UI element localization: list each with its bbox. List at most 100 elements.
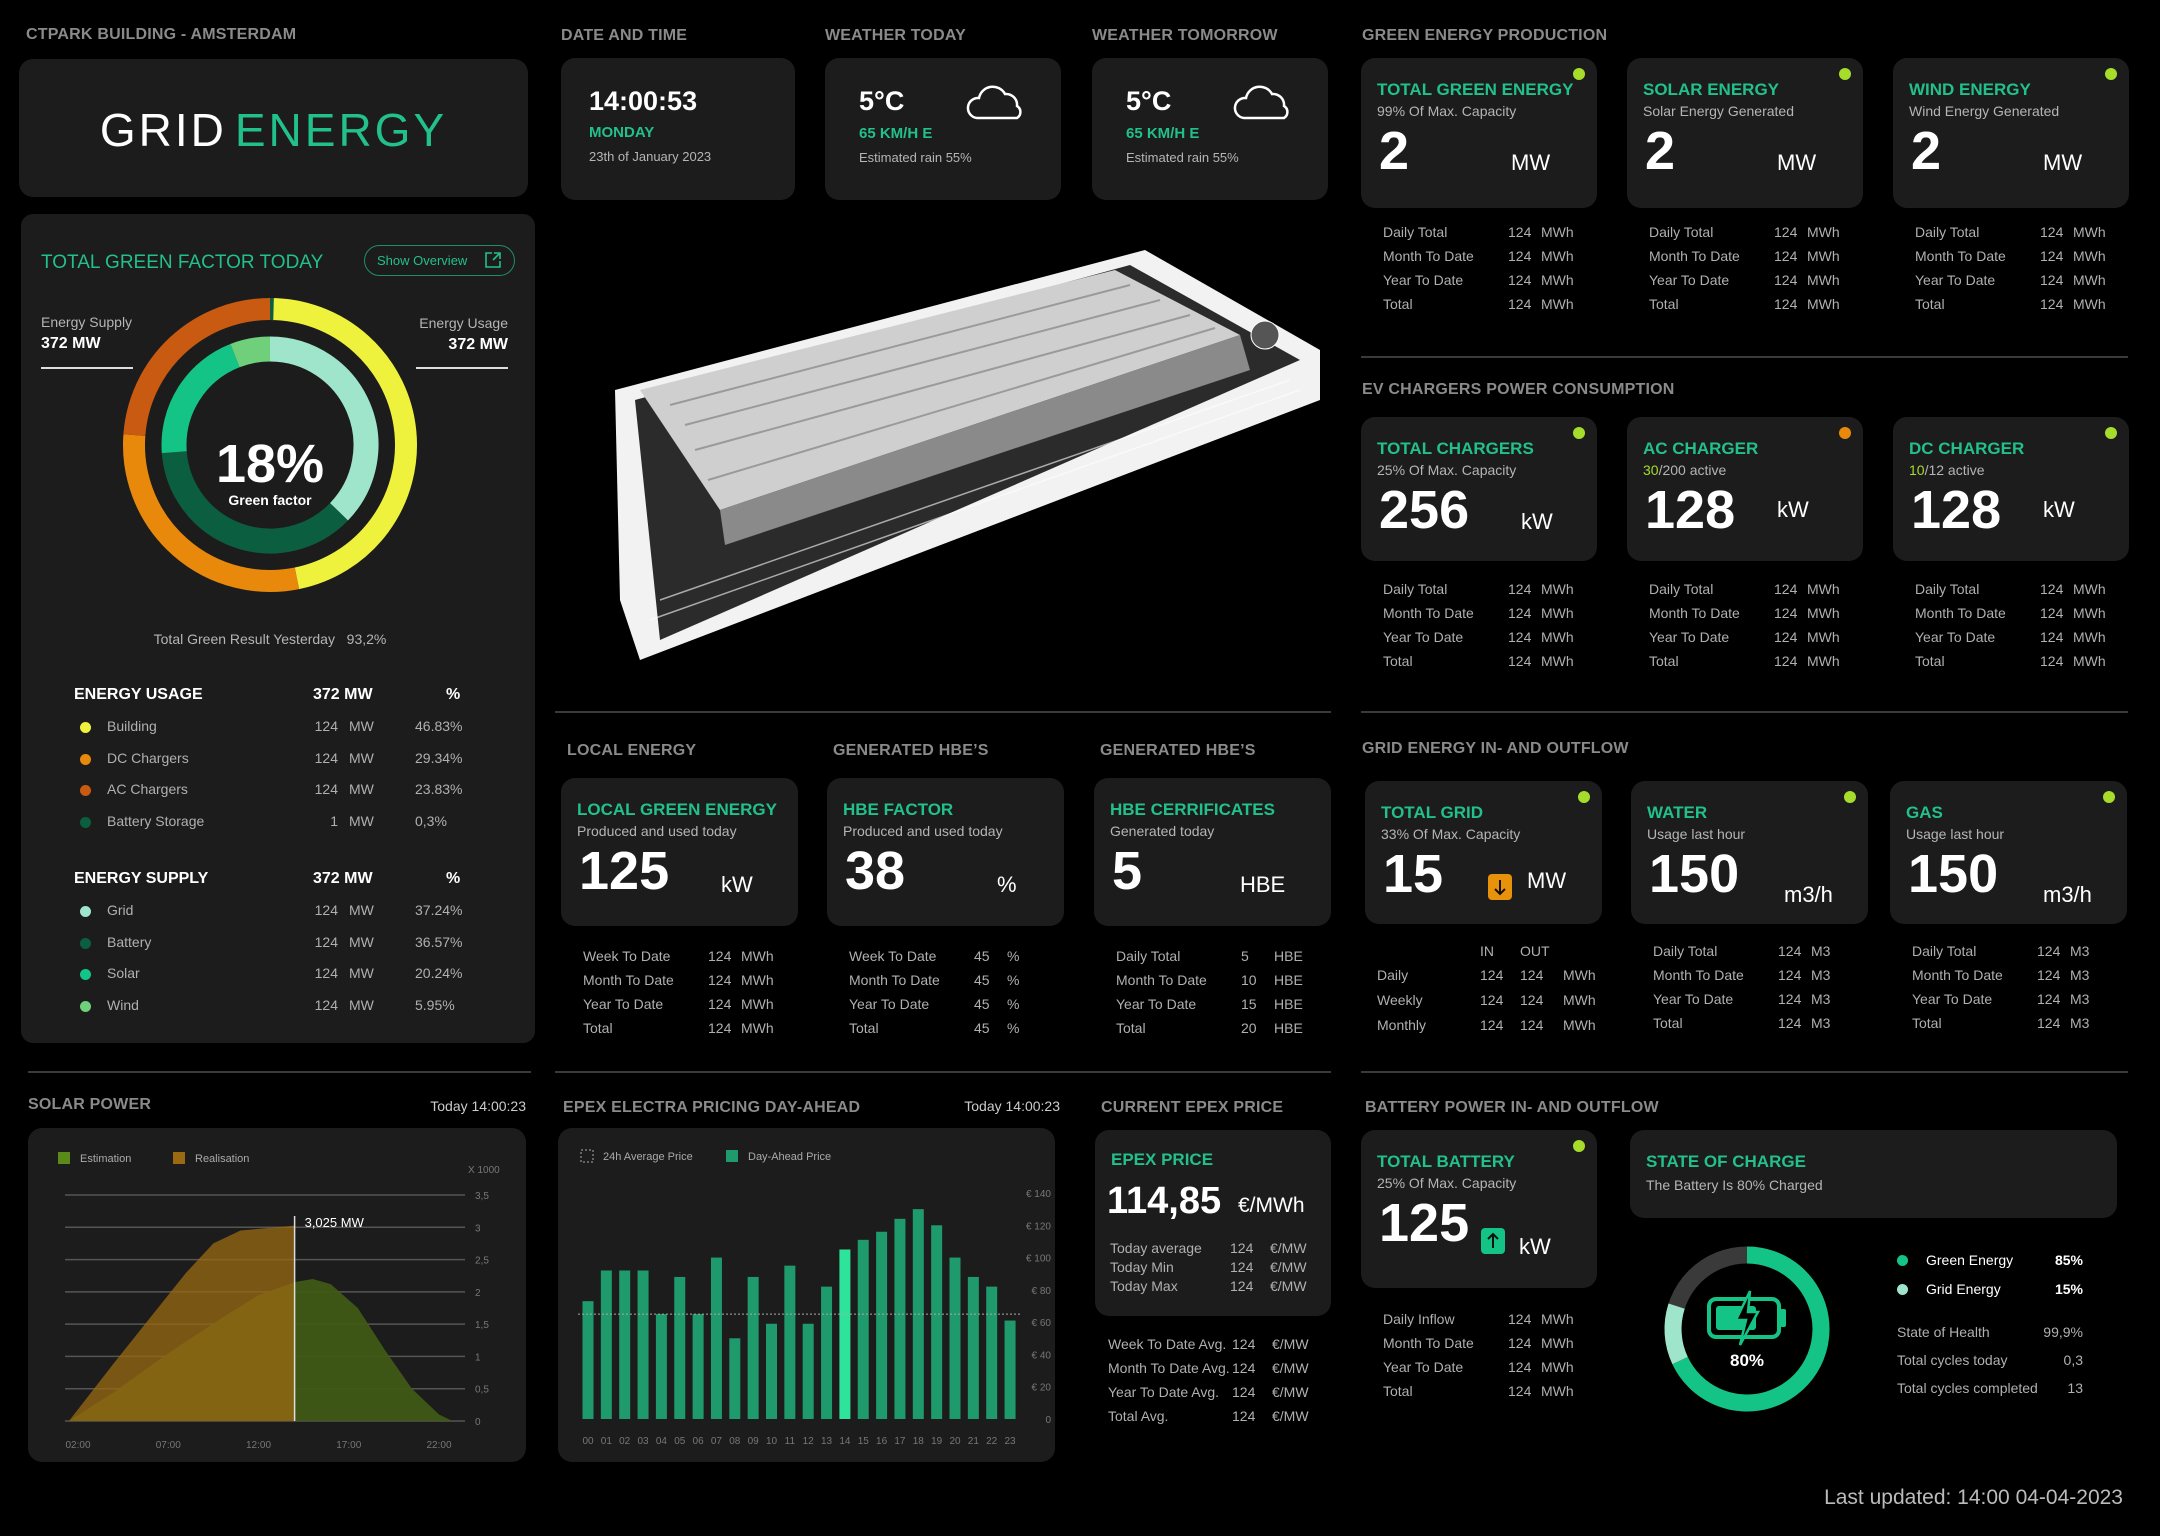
epex-price-card: EPEX PRICE 114,85 €/MWh Today average 124…	[1095, 1130, 1331, 1316]
bar-15[interactable]	[857, 1239, 869, 1419]
bar-20[interactable]	[949, 1257, 961, 1419]
stat-value: 124	[2037, 943, 2061, 959]
bar-03[interactable]	[637, 1270, 649, 1419]
total-green-energy-card: TOTAL GREEN ENERGY 99% Of Max. Capacity 2 M…	[1361, 58, 1597, 208]
stat-label: Year To Date	[1649, 272, 1730, 288]
stat-value: 124	[708, 1020, 732, 1036]
legend-unit: MW	[349, 812, 374, 829]
legend-unit: MW	[349, 781, 374, 797]
bar-10[interactable]	[766, 1323, 777, 1419]
legend-dot	[80, 1000, 91, 1012]
y-tick-label: € 40	[1032, 1350, 1052, 1361]
bar-22[interactable]	[986, 1286, 998, 1419]
bar-13[interactable]	[821, 1286, 833, 1419]
x-tick-label: 19	[931, 1436, 943, 1447]
section-title: GENERATED HBE’S	[833, 742, 989, 759]
bar-09[interactable]	[747, 1276, 759, 1419]
show-overview-button[interactable]: Show Overview	[364, 245, 515, 276]
card-unit: MW	[1511, 150, 1551, 175]
energy-supply-value: 372 MW	[41, 335, 101, 352]
stat-value: 124	[1778, 991, 1802, 1007]
status-indicator	[2105, 68, 2117, 80]
stat-unit: MWh	[1541, 605, 1574, 621]
stat-label: Year To Date	[583, 996, 664, 1012]
stat-label: Daily	[1377, 967, 1409, 983]
x-tick-label: 18	[913, 1436, 925, 1447]
stat-value: 124	[1778, 1015, 1802, 1031]
stat-unit: M3	[2070, 1015, 2090, 1031]
stat-unit: MWh	[1807, 224, 1840, 240]
bar-14[interactable]	[839, 1249, 851, 1420]
stat-label: Week To Date	[849, 948, 937, 964]
soc-legend-percent: 15%	[2054, 1281, 2083, 1297]
stat-value: 124	[1774, 629, 1798, 645]
bar-07[interactable]	[710, 1257, 722, 1419]
subtitle-text: Usage last hour	[1647, 826, 1746, 842]
percent-header: %	[446, 870, 461, 887]
stat-unit: MWh	[741, 1020, 774, 1036]
stat-value: 124	[2040, 248, 2064, 264]
legend-label: Estimation	[80, 1153, 131, 1165]
legend-row-ac-chargers: AC Chargers 124 MW 23.83%	[21, 781, 521, 801]
x-tick-label: 22:00	[426, 1440, 451, 1451]
stat-value: 124	[1774, 653, 1798, 669]
stat-label: Year To Date	[1653, 991, 1734, 1007]
legend-dot	[80, 785, 91, 796]
bar-21[interactable]	[967, 1276, 979, 1419]
section-weather-today: WEATHER TODAY	[825, 27, 966, 44]
bar-08[interactable]	[729, 1338, 741, 1419]
bar-19[interactable]	[931, 1225, 943, 1419]
stat-value: 124	[1774, 248, 1798, 264]
y-tick-label: 3,5	[475, 1191, 489, 1202]
legend-percent: 36.57%	[415, 933, 463, 950]
stat-label: Weekly	[1377, 992, 1423, 1008]
bar-05[interactable]	[674, 1276, 686, 1419]
legend-name: Grid	[107, 902, 134, 918]
bar-04[interactable]	[655, 1314, 667, 1419]
stat-value: 124	[1774, 296, 1798, 312]
x-tick-label: 16	[876, 1436, 888, 1447]
bar-01[interactable]	[600, 1270, 612, 1419]
bar-12[interactable]	[802, 1323, 814, 1419]
soc-title: STATE OF CHARGE	[1646, 1152, 1806, 1171]
stat-unit: MWh	[2073, 272, 2106, 288]
x-tick-label: 12	[803, 1436, 815, 1447]
stat-unit: M3	[1811, 943, 1831, 959]
stat-value: 124	[1774, 581, 1798, 597]
y-tick-label: € 140	[1026, 1189, 1051, 1200]
stat-unit: HBE	[1274, 1020, 1303, 1036]
bar-23[interactable]	[1004, 1320, 1016, 1419]
stat-unit: M3	[1811, 1015, 1831, 1031]
stat-value: 124	[708, 948, 732, 964]
section-date-time: DATE AND TIME	[561, 27, 688, 44]
stat-unit: MWh	[2073, 248, 2106, 264]
cursor-annotation: 3,025 MW	[305, 1215, 365, 1230]
stat-value: 124	[2040, 629, 2064, 645]
card-value: 2	[1645, 121, 1676, 181]
stat-unit: %	[1007, 948, 1020, 964]
x-tick-label: 17	[894, 1436, 906, 1447]
stat-label: Year To Date	[849, 996, 930, 1012]
stat-unit: HBE	[1274, 972, 1303, 988]
bar-17[interactable]	[894, 1218, 906, 1419]
x-tick-label: 09	[748, 1436, 760, 1447]
stat-unit: MWh	[2073, 296, 2106, 312]
stat-value: 45	[974, 1020, 990, 1036]
stat-value: 124	[2037, 1015, 2061, 1031]
bar-06[interactable]	[692, 1314, 704, 1419]
legend-dot	[80, 969, 91, 980]
stat-label: Month To Date	[1915, 248, 2006, 264]
bar-00[interactable]	[582, 1301, 594, 1419]
stat-unit: MWh	[1807, 272, 1840, 288]
bar-02[interactable]	[619, 1270, 631, 1419]
stat-value: €/MW	[1270, 1259, 1307, 1275]
bar-16[interactable]	[876, 1231, 888, 1419]
section-title: GRID ENERGY IN- AND OUTFLOW	[1362, 740, 1629, 757]
building-3d-image	[615, 250, 1320, 660]
soc-percent: 80%	[1729, 1351, 1765, 1370]
stat-value: 124	[1508, 581, 1532, 597]
stat-label: Year To Date	[1383, 272, 1464, 288]
legend-name: Wind	[107, 996, 139, 1013]
bar-11[interactable]	[784, 1265, 796, 1419]
y-tick-label: 0	[475, 1417, 481, 1428]
